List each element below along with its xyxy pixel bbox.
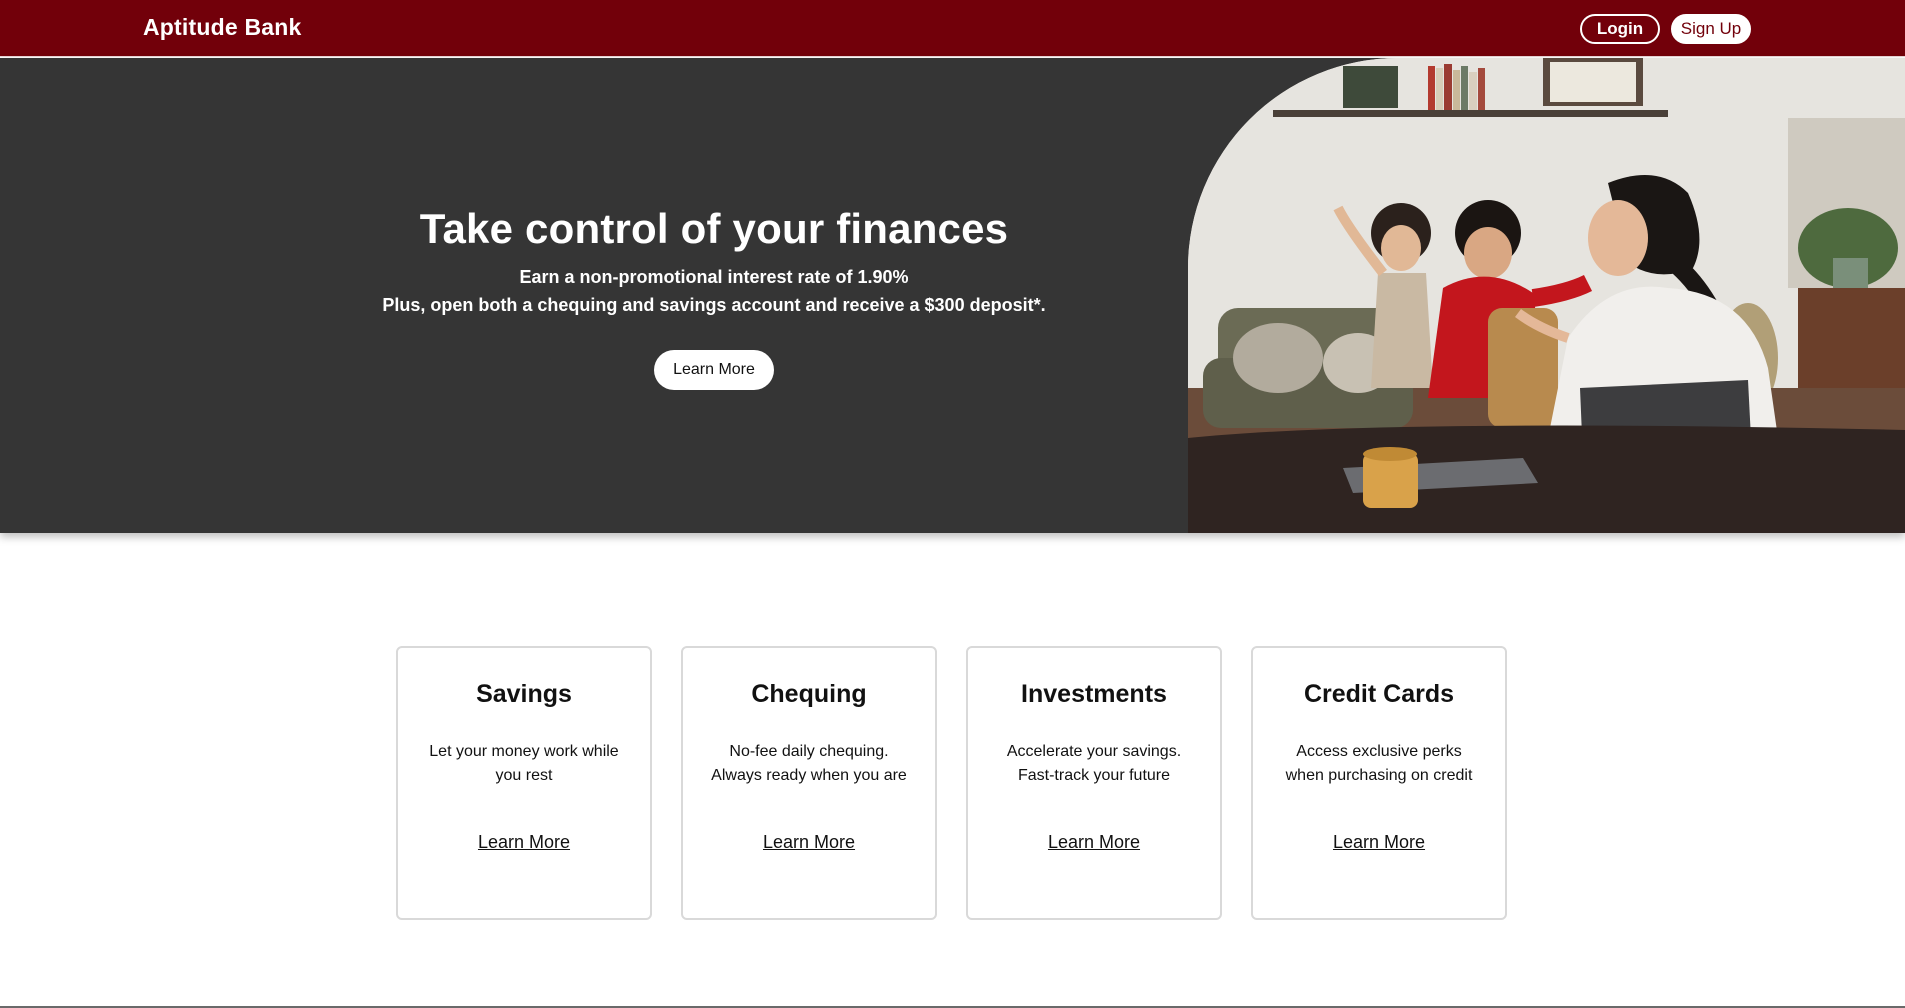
card-title: Investments — [1021, 680, 1167, 708]
chequing-learn-more-link[interactable]: Learn More — [683, 832, 935, 853]
product-cards: Savings Let your money work while you re… — [396, 646, 1508, 920]
card-credit-cards: Credit Cards Access exclusive perks when… — [1251, 646, 1507, 920]
credit-cards-learn-more-link[interactable]: Learn More — [1253, 832, 1505, 853]
login-button[interactable]: Login — [1580, 14, 1660, 44]
savings-learn-more-link[interactable]: Learn More — [398, 832, 650, 853]
hero-banner: Take control of your finances Earn a non… — [0, 58, 1905, 533]
card-title: Credit Cards — [1303, 680, 1455, 708]
card-description: Access exclusive perks when purchasing o… — [1285, 743, 1473, 784]
card-title: Chequing — [751, 680, 867, 708]
card-description: Accelerate your savings. Fast-track your… — [1006, 743, 1182, 784]
investments-learn-more-link[interactable]: Learn More — [968, 832, 1220, 853]
signup-button[interactable]: Sign Up — [1671, 14, 1751, 44]
top-navbar: Aptitude Bank Login Sign Up — [0, 0, 1905, 57]
brand-logo-text[interactable]: Aptitude Bank — [143, 14, 302, 41]
hero-family-photo — [1188, 58, 1905, 533]
card-description: Let your money work while you rest — [429, 743, 619, 784]
hero-photo-illustration — [1188, 58, 1905, 533]
hero-text-block: Take control of your finances Earn a non… — [0, 58, 1188, 533]
card-chequing: Chequing No-fee daily chequing. Always r… — [681, 646, 937, 920]
card-savings: Savings Let your money work while you re… — [396, 646, 652, 920]
hero-learn-more-button[interactable]: Learn More — [654, 350, 774, 390]
card-investments: Investments Accelerate your savings. Fas… — [966, 646, 1222, 920]
card-title: Savings — [476, 680, 572, 708]
card-description: No-fee daily chequing. Always ready when… — [711, 743, 907, 784]
